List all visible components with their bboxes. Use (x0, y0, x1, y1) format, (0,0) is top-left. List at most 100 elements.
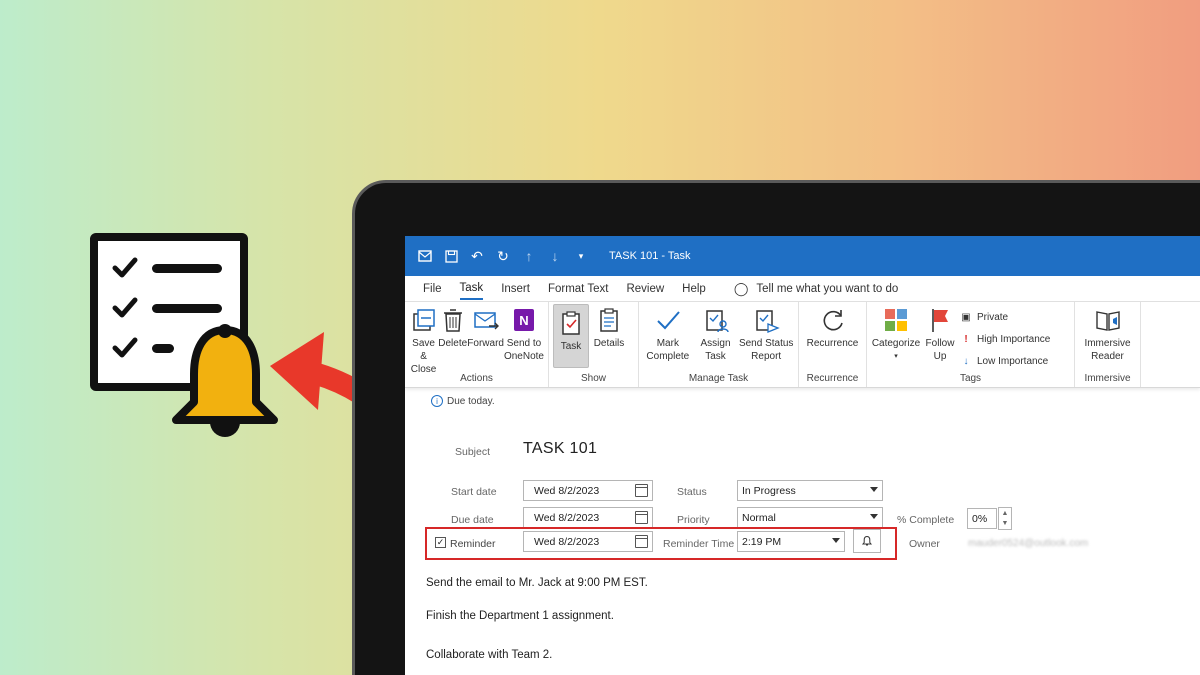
percent-complete-field[interactable]: 0% (967, 508, 997, 529)
tab-format-text[interactable]: Format Text (548, 279, 609, 299)
down-arrow-icon: ↓ (963, 355, 969, 367)
body-line[interactable]: Send the email to Mr. Jack at 9:00 PM ES… (426, 577, 648, 589)
arrow-up-icon[interactable]: ↑ (521, 248, 537, 264)
tab-help[interactable]: Help (682, 279, 706, 299)
tell-me-search[interactable]: ◯ Tell me what you want to do (734, 281, 898, 297)
calendar-icon[interactable] (635, 511, 648, 524)
tab-file[interactable]: File (423, 279, 442, 299)
low-importance-button[interactable]: ↓ Low Importance (959, 350, 1050, 372)
priority-select[interactable]: Normal (737, 507, 883, 528)
percent-stepper[interactable]: ▲ ▼ (998, 507, 1012, 530)
arrow-down-icon[interactable]: ↓ (547, 248, 563, 264)
status-label: Status (677, 486, 707, 498)
assign-task-label: Assign Task (700, 338, 731, 362)
onenote-icon: N (513, 309, 534, 331)
info-icon: i (431, 395, 443, 407)
private-label: Private (977, 311, 1009, 323)
outlook-icon (417, 248, 433, 264)
owner-label: Owner (909, 538, 940, 550)
tell-me-text: Tell me what you want to do (756, 282, 899, 295)
priority-value: Normal (742, 511, 776, 524)
percent-complete-label: % Complete (897, 514, 955, 526)
ribbon-group-immersive: Immersive Reader Immersive (1075, 302, 1141, 387)
percent-complete-value: 0% (972, 512, 988, 525)
recurrence-label: Recurrence (806, 338, 859, 349)
subject-label: Subject (455, 446, 491, 458)
lock-icon: ▣ (961, 311, 971, 323)
checkmark-icon (112, 257, 138, 278)
priority-label: Priority (677, 514, 710, 526)
outlook-task-window: ↶ ↻ ↑ ↓ ▾ TASK 101 - Task File Task Inse… (405, 236, 1200, 675)
ribbon: Save & Close Delete Forward N Send to On… (405, 302, 1200, 388)
ribbon-group-actions: Save & Close Delete Forward N Send to On… (405, 302, 549, 387)
exclamation-icon: ! (964, 333, 968, 345)
assign-task-icon (705, 310, 729, 333)
task-label: Task (560, 341, 582, 352)
save-icon[interactable] (443, 248, 459, 264)
categorize-icon (885, 309, 907, 331)
low-importance-label: Low Importance (977, 355, 1049, 367)
subject-field[interactable]: TASK 101 (523, 440, 597, 458)
task-clipboard-icon (562, 311, 580, 335)
forward-mail-icon (473, 312, 499, 330)
immersive-reader-label: Immersive Reader (1084, 338, 1131, 362)
title-bar: ↶ ↻ ↑ ↓ ▾ TASK 101 - Task (405, 236, 1200, 276)
high-importance-button[interactable]: ! High Importance (959, 328, 1050, 350)
chevron-down-icon (870, 487, 878, 492)
task-form: Subject TASK 101 Start date Wed 8/2/2023… (405, 414, 1200, 622)
forward-label: Forward (467, 338, 504, 349)
checkmark-icon (112, 297, 138, 318)
tab-task[interactable]: Task (459, 278, 484, 300)
group-label-immersive: Immersive (1084, 373, 1131, 384)
due-date-value: Wed 8/2/2023 (534, 511, 600, 524)
save-close-icon (412, 309, 435, 331)
owner-value: mauder0524@outlook.com (968, 538, 1089, 549)
checkmark-icon (657, 311, 680, 330)
calendar-icon[interactable] (635, 484, 648, 497)
group-label-show: Show (580, 373, 606, 384)
send-status-report-label: Send Status Report (738, 338, 794, 362)
chevron-down-icon (870, 514, 878, 519)
due-date-field[interactable]: Wed 8/2/2023 (523, 507, 653, 528)
info-message: Due today. (447, 395, 495, 407)
menu-bar: File Task Insert Format Text Review Help… (405, 276, 1200, 302)
tab-review[interactable]: Review (626, 279, 664, 299)
lightbulb-icon: ◯ (733, 280, 749, 296)
checkmark-icon (112, 337, 138, 358)
group-label-tags: Tags (959, 373, 982, 384)
status-value: In Progress (742, 484, 796, 497)
stepper-up-icon[interactable]: ▲ (1002, 510, 1009, 517)
private-button[interactable]: ▣ Private (959, 306, 1050, 328)
group-label-recurrence: Recurrence (806, 373, 859, 384)
customize-toolbar-icon[interactable]: ▾ (573, 248, 589, 264)
due-date-label: Due date (451, 514, 494, 526)
redo-icon[interactable]: ↻ (495, 248, 511, 264)
delete-label: Delete (438, 338, 468, 349)
send-onenote-label: Send to OneNote (503, 338, 544, 362)
reminder-highlight-box (425, 527, 897, 560)
ribbon-group-recurrence: Recurrence Recurrence (799, 302, 867, 387)
flag-icon (932, 309, 948, 332)
follow-up-label: Follow Up (925, 338, 955, 362)
info-bar: i Due today. (405, 388, 1200, 414)
group-label-actions: Actions (460, 373, 493, 384)
ribbon-group-manage-task: Mark Complete Assign Task Send Status Re… (639, 302, 799, 387)
ribbon-group-tags: Categorize ▾ Follow Up ▣ Private ! High … (867, 302, 1075, 387)
immersive-reader-icon (1095, 311, 1120, 331)
status-report-icon (756, 310, 780, 333)
details-icon (600, 308, 618, 332)
tab-insert[interactable]: Insert (501, 279, 530, 299)
svg-text:N: N (519, 313, 528, 328)
start-date-field[interactable]: Wed 8/2/2023 (523, 480, 653, 501)
trash-icon (443, 309, 462, 332)
body-line[interactable]: Collaborate with Team 2. (426, 649, 552, 661)
undo-icon[interactable]: ↶ (469, 248, 485, 264)
start-date-value: Wed 8/2/2023 (534, 484, 600, 497)
body-line[interactable]: Finish the Department 1 assignment. (426, 610, 614, 622)
ribbon-group-show: Task Details Show (549, 302, 639, 387)
task-view-button[interactable]: Task (553, 304, 589, 368)
status-select[interactable]: In Progress (737, 480, 883, 501)
high-importance-label: High Importance (977, 333, 1051, 345)
start-date-label: Start date (451, 486, 497, 498)
stepper-down-icon[interactable]: ▼ (1002, 520, 1009, 527)
